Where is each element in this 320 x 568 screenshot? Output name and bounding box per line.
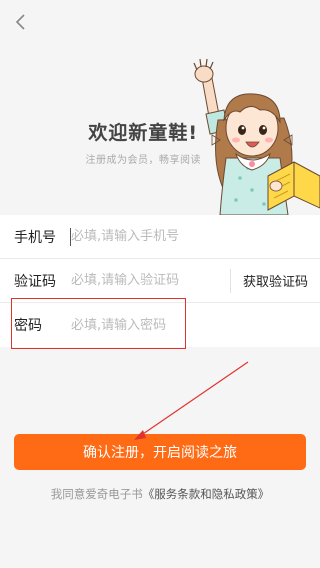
phone-input[interactable] [71, 221, 221, 252]
chevron-left-icon [15, 14, 25, 30]
code-input[interactable] [71, 265, 221, 296]
divider [230, 269, 231, 293]
welcome-header: 欢迎新童鞋! 注册成为会员，畅享阅读 [0, 0, 320, 215]
welcome-title: 欢迎新童鞋! [88, 122, 198, 144]
girl-reading-illustration [193, 58, 320, 215]
welcome-subtitle: 注册成为会员，畅享阅读 [85, 155, 201, 166]
code-row: 验证码 获取验证码 [0, 259, 320, 303]
password-row: 密码 [0, 303, 320, 347]
password-label: 密码 [14, 318, 42, 334]
register-submit-button[interactable]: 确认注册，开启阅读之旅 [14, 434, 306, 470]
get-code-button[interactable]: 获取验证码 [243, 271, 308, 290]
back-button[interactable] [6, 8, 34, 36]
register-form: 手机号 验证码 获取验证码 密码 [0, 215, 320, 347]
terms-link[interactable]: 《服务条款和隐私政策》 [143, 487, 270, 501]
code-label: 验证码 [14, 273, 56, 290]
phone-label: 手机号 [14, 229, 56, 246]
agreement-prefix: 我同意爱奇电子书 [50, 487, 143, 501]
phone-row: 手机号 [0, 215, 320, 259]
agreement-text: 我同意爱奇电子书《服务条款和隐私政策》 [0, 486, 320, 502]
password-input[interactable] [71, 310, 221, 340]
